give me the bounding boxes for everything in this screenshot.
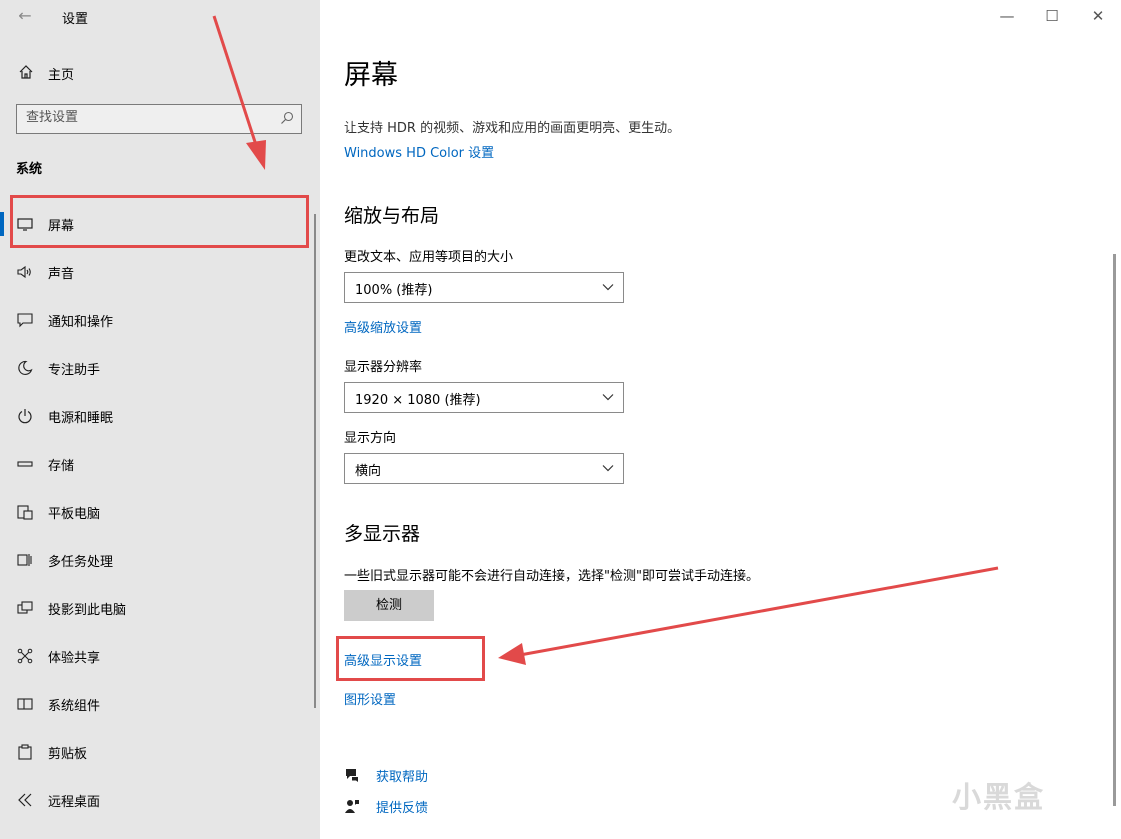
sidebar-item-label: 通知和操作 <box>48 315 114 330</box>
sidebar-item-label: 主页 <box>48 68 75 83</box>
notification-icon <box>17 313 33 328</box>
give-feedback-link[interactable]: 提供反馈 <box>376 797 428 816</box>
power-icon <box>18 409 32 424</box>
get-help-link[interactable]: 获取帮助 <box>376 766 428 785</box>
close-button[interactable]: ✕ <box>1084 4 1112 28</box>
sidebar-item-remote-desktop[interactable]: 远程桌面 <box>0 782 310 818</box>
sidebar-item-sound[interactable]: 声音 <box>0 254 310 290</box>
sidebar-item-label: 存储 <box>48 459 75 474</box>
tablet-icon <box>17 505 33 520</box>
sidebar-item-project[interactable]: 投影到此电脑 <box>0 590 310 626</box>
speaker-icon <box>17 265 31 279</box>
sidebar-item-label: 平板电脑 <box>48 507 101 522</box>
sidebar-item-label: 专注助手 <box>48 363 101 378</box>
sidebar-item-focus-assist[interactable]: 专注助手 <box>0 350 310 386</box>
sidebar-item-system-components[interactable]: 系统组件 <box>0 686 310 722</box>
back-arrow-icon[interactable]: ← <box>14 6 36 26</box>
section-heading: 系统 <box>16 162 43 177</box>
scale-layout-heading: 缩放与布局 <box>344 205 440 227</box>
sidebar-item-clipboard[interactable]: 剪贴板 <box>0 734 310 770</box>
sidebar-item-label: 系统组件 <box>48 699 101 714</box>
search-box[interactable] <box>16 104 302 134</box>
sidebar-item-storage[interactable]: 存储 <box>0 446 310 482</box>
sidebar-item-label: 体验共享 <box>48 651 101 666</box>
help-icon <box>346 769 358 782</box>
sidebar-item-tablet[interactable]: 平板电脑 <box>0 494 310 530</box>
detect-button[interactable]: 检测 <box>344 590 434 621</box>
multiple-displays-description: 一些旧式显示器可能不会进行自动连接，选择"检测"即可尝试手动连接。 <box>344 569 759 584</box>
multiple-displays-heading: 多显示器 <box>344 523 421 545</box>
sidebar-scrollbar[interactable] <box>314 214 316 708</box>
sidebar-item-home[interactable]: 主页 <box>0 60 310 86</box>
sidebar-item-label: 剪贴板 <box>48 747 88 762</box>
remote-desktop-icon <box>18 793 32 807</box>
scale-value: 100% (推荐) <box>355 283 433 298</box>
chevron-down-icon <box>602 284 614 291</box>
sidebar: ← 设置 主页 系统 屏幕 声音 通知和操作 专注助手 电源和睡眠 存储 平板电… <box>0 0 320 839</box>
app-title: 设置 <box>62 12 89 27</box>
chevron-down-icon <box>602 394 614 401</box>
orientation-dropdown[interactable]: 横向 <box>344 453 624 484</box>
share-icon <box>17 648 33 664</box>
resolution-dropdown[interactable]: 1920 × 1080 (推荐) <box>344 382 624 413</box>
sidebar-item-label: 电源和睡眠 <box>48 411 114 426</box>
maximize-button[interactable]: ☐ <box>1038 4 1066 28</box>
minimize-button[interactable]: — <box>993 4 1021 28</box>
orientation-value: 横向 <box>355 464 382 479</box>
sidebar-item-label: 声音 <box>48 267 75 282</box>
annotation-highlight-box <box>10 195 309 248</box>
resolution-value: 1920 × 1080 (推荐) <box>355 393 481 408</box>
graphics-settings-link[interactable]: 图形设置 <box>344 689 396 708</box>
sidebar-item-multitasking[interactable]: 多任务处理 <box>0 542 310 578</box>
storage-icon <box>17 461 33 467</box>
sidebar-item-label: 远程桌面 <box>48 795 101 810</box>
feedback-icon <box>345 800 359 813</box>
chevron-down-icon <box>602 465 614 472</box>
page-title: 屏幕 <box>344 60 398 91</box>
multitask-icon <box>17 554 32 566</box>
hdr-description: 让支持 HDR 的视频、游戏和应用的画面更明亮、更生动。 <box>344 121 681 136</box>
sidebar-item-notifications[interactable]: 通知和操作 <box>0 302 310 338</box>
hd-color-settings-link[interactable]: Windows HD Color 设置 <box>344 142 494 161</box>
main-scrollbar[interactable] <box>1113 254 1116 806</box>
sidebar-item-label: 多任务处理 <box>48 555 114 570</box>
sidebar-item-shared-experiences[interactable]: 体验共享 <box>0 638 310 674</box>
home-icon <box>19 65 33 79</box>
search-icon[interactable] <box>280 111 294 125</box>
project-icon <box>17 601 33 614</box>
annotation-highlight-box <box>336 636 485 681</box>
clipboard-icon <box>18 744 32 760</box>
watermark: 小黑盒 <box>952 780 1046 814</box>
moon-icon <box>18 360 33 376</box>
resolution-label: 显示器分辨率 <box>344 360 423 375</box>
search-input[interactable] <box>26 110 266 125</box>
orientation-label: 显示方向 <box>344 431 397 446</box>
sidebar-item-label: 投影到此电脑 <box>48 603 127 618</box>
scale-label: 更改文本、应用等项目的大小 <box>344 250 514 265</box>
sidebar-item-power[interactable]: 电源和睡眠 <box>0 398 310 434</box>
scale-dropdown[interactable]: 100% (推荐) <box>344 272 624 303</box>
components-icon <box>17 698 33 710</box>
advanced-scaling-link[interactable]: 高级缩放设置 <box>344 317 422 336</box>
